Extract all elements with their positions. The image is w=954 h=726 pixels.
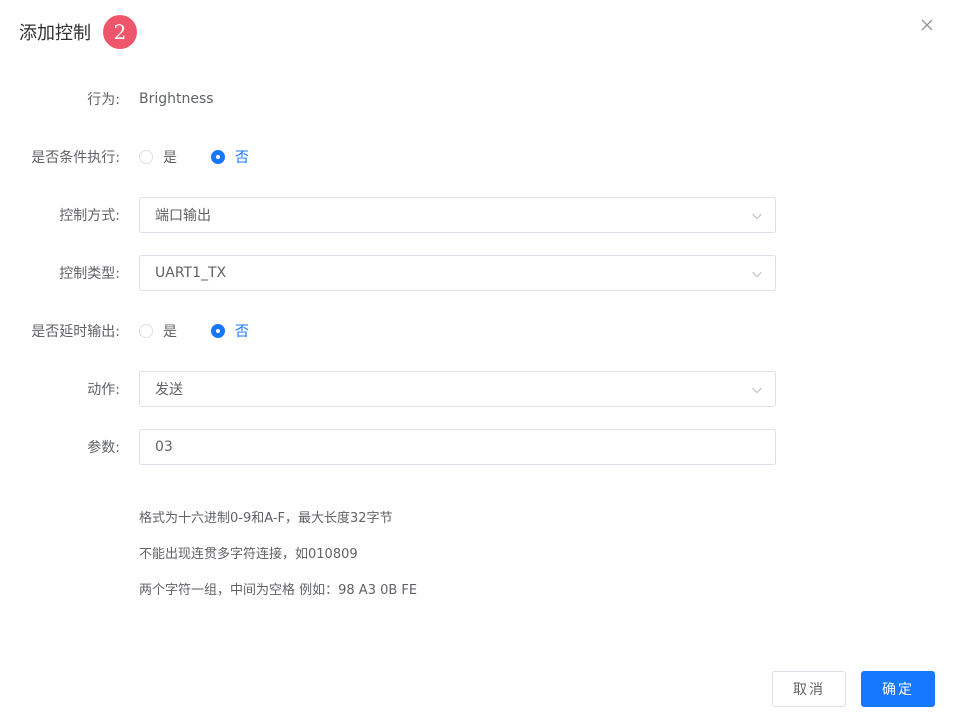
close-button[interactable]	[917, 15, 937, 35]
control-type-label: 控制类型:	[59, 266, 120, 282]
conditional-label: 是否条件执行:	[31, 150, 120, 166]
control-mode-value: 端口输出	[155, 208, 211, 224]
params-row: 参数: 03	[0, 429, 954, 465]
params-label: 参数:	[87, 440, 120, 456]
delay-output-radio-no[interactable]: 否	[211, 321, 249, 341]
conditional-row: 是否条件执行: 是 否	[0, 139, 954, 175]
radio-label: 是	[163, 324, 177, 340]
control-mode-label: 控制方式:	[59, 208, 120, 224]
conditional-radio-yes[interactable]: 是	[139, 147, 177, 167]
radio-circle-checked[interactable]	[211, 324, 225, 338]
radio-circle-checked[interactable]	[211, 150, 225, 164]
cancel-button[interactable]: 取消	[772, 671, 846, 707]
radio-circle[interactable]	[139, 324, 153, 338]
params-value[interactable]: 03	[155, 439, 173, 455]
control-mode-row: 控制方式: 端口输出	[0, 197, 954, 233]
dialog-title: 添加控制	[19, 23, 91, 44]
radio-circle[interactable]	[139, 150, 153, 164]
control-type-row: 控制类型: UART1_TX	[0, 255, 954, 291]
delay-output-radio-group: 是 否	[139, 313, 283, 349]
add-control-dialog: 添加控制 2 行为: Brightness 是否条件执行: 是 否 控制方式:	[0, 0, 954, 726]
conditional-radio-no[interactable]: 否	[211, 147, 249, 167]
hint-text: 格式为十六进制0-9和A-F，最大长度32字节	[139, 511, 393, 526]
control-type-value: UART1_TX	[155, 265, 227, 281]
chevron-down-icon	[751, 268, 763, 280]
hint-text: 不能出现连贯多字符连接，如010809	[139, 547, 358, 562]
radio-label: 否	[235, 150, 249, 166]
delay-output-label: 是否延时输出:	[31, 324, 120, 340]
control-type-select[interactable]: UART1_TX	[139, 255, 776, 291]
delay-output-row: 是否延时输出: 是 否	[0, 313, 954, 349]
chevron-down-icon	[751, 210, 763, 222]
chevron-down-icon	[751, 384, 763, 396]
format-hints: 格式为十六进制0-9和A-F，最大长度32字节 不能出现连贯多字符连接，如010…	[139, 510, 417, 618]
behavior-value: Brightness	[139, 91, 214, 107]
radio-label: 是	[163, 150, 177, 166]
conditional-radio-group: 是 否	[139, 139, 283, 175]
action-select[interactable]: 发送	[139, 371, 776, 407]
confirm-button[interactable]: 确定	[861, 671, 935, 707]
params-input[interactable]: 03	[139, 429, 776, 465]
step-badge: 2	[103, 15, 137, 49]
hint-text: 两个字符一组，中间为空格 例如：98 A3 0B FE	[139, 583, 418, 598]
control-mode-select[interactable]: 端口输出	[139, 197, 776, 233]
action-row: 动作: 发送	[0, 371, 954, 407]
behavior-label: 行为:	[87, 92, 120, 108]
radio-label: 否	[235, 324, 249, 340]
behavior-row: 行为: Brightness	[0, 81, 954, 117]
action-value: 发送	[155, 382, 183, 398]
delay-output-radio-yes[interactable]: 是	[139, 321, 177, 341]
action-label: 动作:	[87, 382, 120, 398]
close-icon	[921, 19, 933, 31]
dialog-header: 添加控制 2	[19, 14, 137, 50]
